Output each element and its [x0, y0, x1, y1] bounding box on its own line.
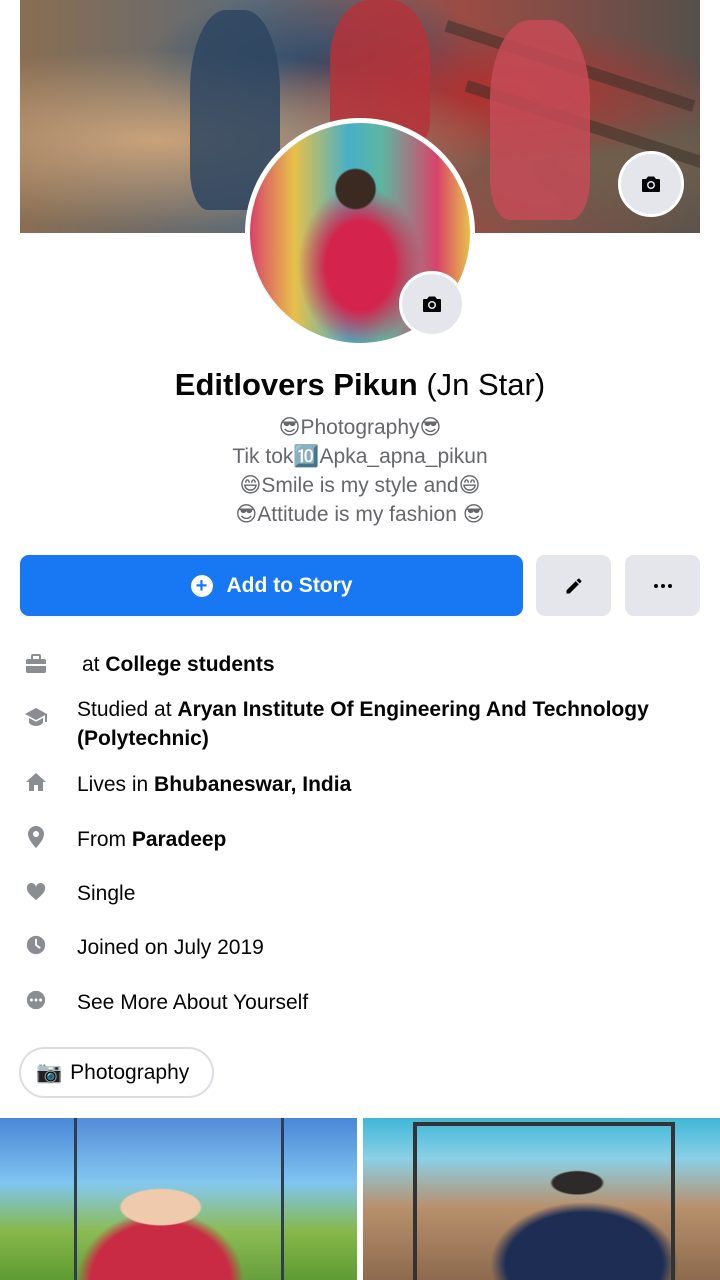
hobby-chip[interactable]: 📷 Photography	[19, 1047, 214, 1098]
info-from-value: Paradeep	[131, 828, 227, 851]
bio-line: 😎Photography😎	[278, 416, 442, 439]
info-work-prefix: at	[82, 653, 106, 676]
graduation-cap-icon	[24, 705, 48, 729]
camera-icon	[642, 176, 660, 192]
info-education-text: Studied at Aryan Institute Of Engineerin…	[77, 695, 677, 753]
heart-icon	[24, 879, 48, 903]
info-from-text: From Paradeep	[77, 825, 677, 854]
more-circle-icon	[24, 988, 48, 1012]
info-relationship-text: Single	[77, 882, 136, 905]
hobby-chip-label: Photography	[70, 1060, 190, 1084]
featured-photo[interactable]	[0, 1118, 357, 1280]
profile-name: Editlovers Pikun (Jn Star)	[0, 366, 720, 404]
info-work-value: College students	[105, 653, 275, 676]
plus-circle-icon: +	[190, 574, 213, 597]
cover-figure	[490, 20, 590, 220]
bio-line: 😄Smile is my style and😄	[239, 474, 481, 497]
briefcase-icon	[24, 652, 48, 676]
photo-frame	[413, 1122, 675, 1280]
change-profile-picture-button[interactable]	[399, 271, 465, 337]
info-from-prefix: From	[77, 828, 132, 851]
more-options-button[interactable]	[625, 555, 700, 616]
more-dots-icon	[653, 583, 672, 588]
info-see-more-text: See More About Yourself	[77, 991, 309, 1014]
add-to-story-label: Add to Story	[226, 573, 353, 597]
profile-bio[interactable]: 😎Photography😎 Tik tok🔟Apka_apna_pikun 😄S…	[0, 413, 720, 529]
clock-icon	[24, 933, 48, 957]
home-icon	[24, 770, 48, 794]
add-to-story-button[interactable]: + Add to Story	[20, 555, 523, 616]
profile-name-main: Editlovers Pikun	[174, 367, 418, 402]
info-joined-text: Joined on July 2019	[77, 936, 264, 959]
camera-icon	[423, 296, 441, 312]
photo-frame	[74, 1118, 284, 1280]
info-lives-value: Bhubaneswar, India	[154, 773, 352, 796]
info-education-prefix: Studied at	[77, 698, 178, 721]
info-work-text: at College students	[82, 650, 682, 679]
info-lives-text: Lives in Bhubaneswar, India	[77, 770, 677, 799]
profile-alternate-name: (Jn Star)	[426, 367, 546, 402]
featured-photo[interactable]	[363, 1118, 720, 1280]
bio-line: Tik tok🔟Apka_apna_pikun	[232, 445, 488, 468]
camera-emoji-icon: 📷	[36, 1060, 63, 1084]
pencil-icon	[566, 577, 582, 593]
edit-profile-button[interactable]	[536, 555, 611, 616]
change-cover-photo-button[interactable]	[618, 151, 684, 217]
location-pin-icon	[24, 825, 48, 849]
info-lives-prefix: Lives in	[77, 773, 155, 796]
bio-line: 😎Attitude is my fashion 😎	[235, 503, 485, 526]
